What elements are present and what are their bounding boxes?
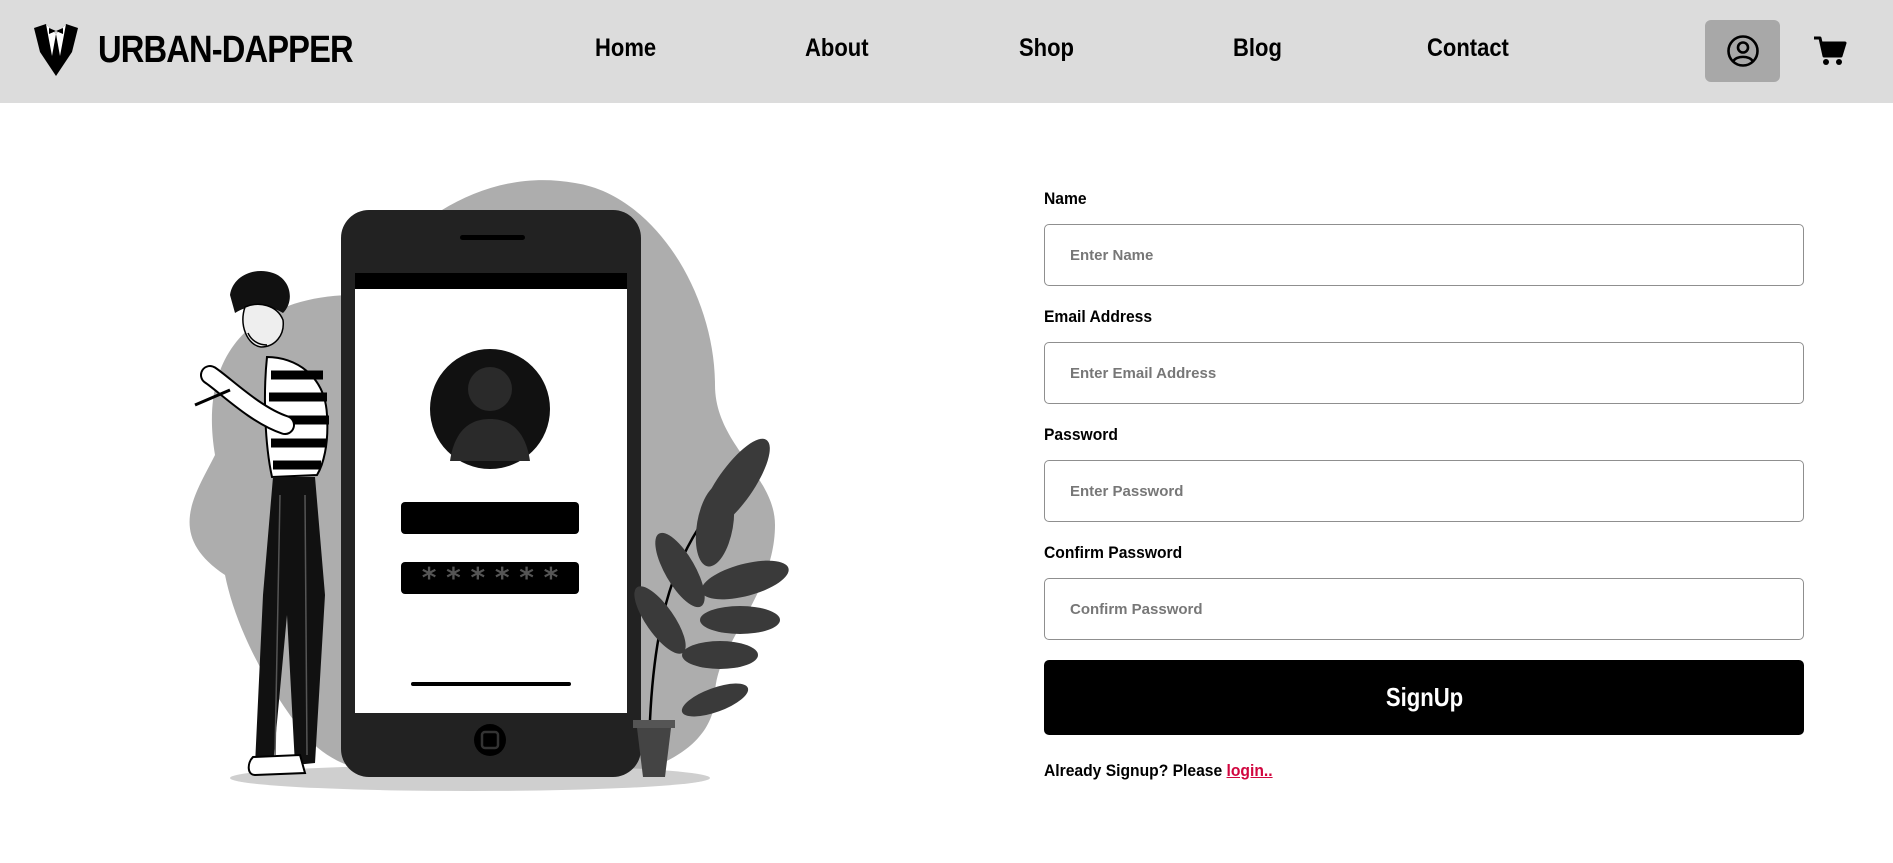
signup-button-label: SignUp: [1385, 682, 1463, 712]
nav-home-link[interactable]: Home: [595, 34, 656, 63]
password-label: Password: [1044, 425, 1118, 444]
login-prompt-prefix: Already Signup: [1044, 761, 1159, 780]
login-prompt: Already Signup? Please login..: [1044, 761, 1743, 781]
signup-illustration: * * * * * *: [189, 180, 789, 791]
login-prompt-mid: ? Please: [1158, 761, 1227, 780]
email-input[interactable]: [1044, 342, 1804, 404]
account-button[interactable]: [1705, 20, 1780, 82]
confirm-password-label: Confirm Password: [1044, 543, 1183, 562]
navbar: URBAN-DAPPER Home About Shop Blog Contac…: [0, 0, 1893, 103]
phone: * * * * * *: [341, 210, 641, 777]
name-input[interactable]: [1044, 224, 1804, 286]
signup-form: Name Email Address Password Confirm Pass…: [1044, 188, 1804, 781]
password-input[interactable]: [1044, 460, 1804, 522]
signup-button[interactable]: SignUp: [1044, 660, 1804, 735]
nav-contact-link[interactable]: Contact: [1427, 34, 1509, 63]
name-label: Name: [1044, 189, 1087, 208]
cart-icon[interactable]: [1813, 34, 1847, 68]
confirm-password-input[interactable]: [1044, 578, 1804, 640]
email-label: Email Address: [1044, 307, 1153, 326]
password-mask: * * * * * *: [422, 561, 559, 594]
user-circle-icon: [1726, 35, 1759, 67]
nav-about-link[interactable]: About: [805, 34, 869, 63]
nav-shop-link[interactable]: Shop: [1019, 34, 1074, 63]
main-nav: Home About Shop Blog Contact: [0, 0, 1893, 103]
login-link[interactable]: login..: [1227, 761, 1273, 780]
nav-blog-link[interactable]: Blog: [1233, 34, 1282, 63]
